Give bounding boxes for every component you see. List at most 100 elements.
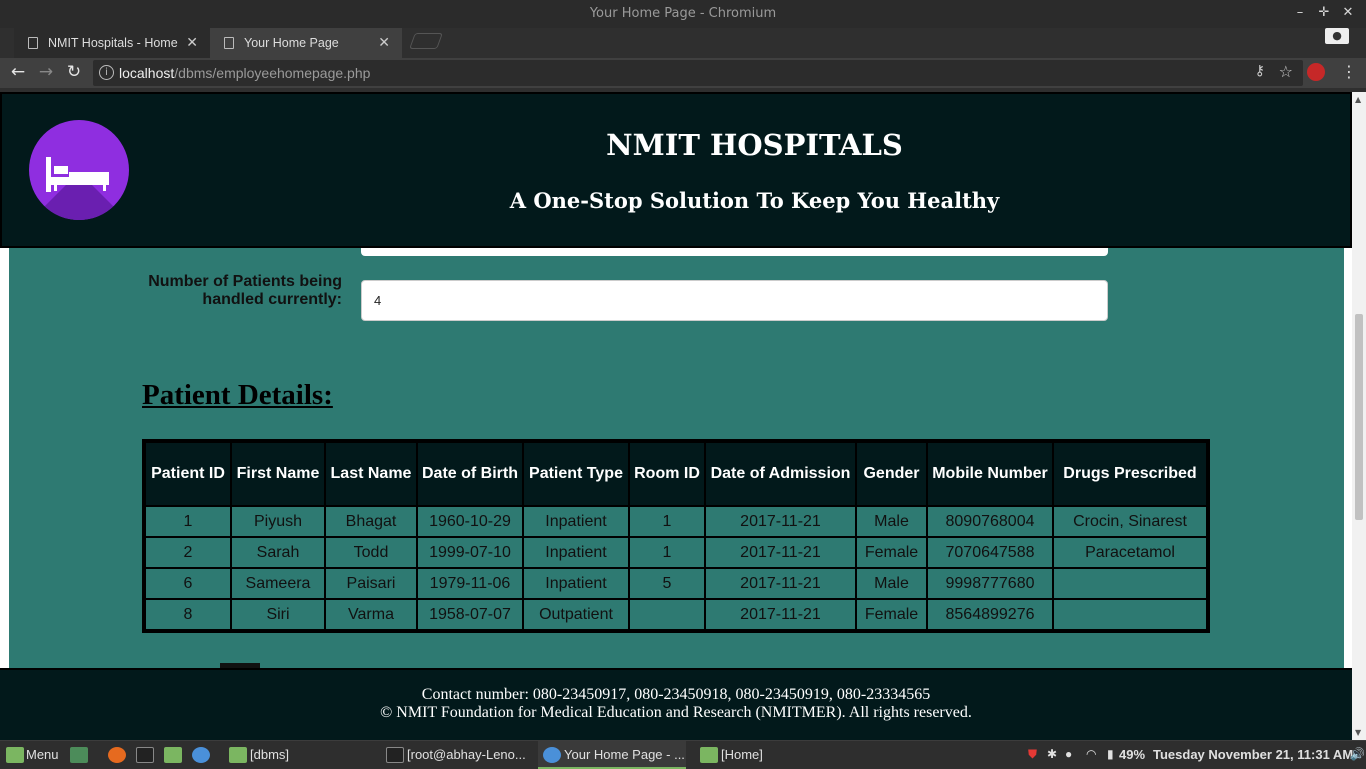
cell: Varma (326, 600, 416, 629)
battery-percent: 49% (1119, 747, 1146, 762)
taskbar-item-browser[interactable]: Your Home Page - ... (564, 747, 685, 762)
minimize-icon[interactable]: – (1291, 5, 1309, 20)
os-taskbar: Menu [dbms] [root@abhay-Leno... Your Hom… (0, 740, 1366, 769)
close-window-icon[interactable]: ✕ (1339, 5, 1357, 20)
taskbar-item-terminal[interactable]: [root@abhay-Leno... (407, 747, 526, 762)
firefox-icon[interactable] (108, 747, 126, 763)
cell: Inpatient (524, 538, 628, 567)
tab-close-icon[interactable]: ✕ (378, 34, 390, 51)
terminal-icon[interactable] (136, 747, 154, 763)
col-room-id: Room ID (630, 443, 704, 505)
browser-menu-icon[interactable]: ⋮ (1341, 62, 1357, 81)
profile-icon[interactable]: ● (1325, 28, 1349, 44)
bed-icon (46, 157, 109, 192)
extension-icon[interactable] (1307, 63, 1325, 81)
cell: Inpatient (524, 507, 628, 536)
cell: Inpatient (524, 569, 628, 598)
patient-details-heading: Patient Details: (142, 379, 333, 411)
cell: 8090768004 (928, 507, 1052, 536)
cell: 9998777680 (928, 569, 1052, 598)
tab-nmit-home[interactable]: NMIT Hospitals - Home ✕ (14, 28, 210, 58)
taskbar-item-dbms[interactable]: [dbms] (250, 747, 289, 762)
cell: Piyush (232, 507, 324, 536)
cell: 1999-07-10 (418, 538, 522, 567)
bluetooth-icon[interactable]: ✱ (1047, 747, 1057, 761)
cell: 2017-11-21 (706, 507, 855, 536)
address-bar[interactable]: i localhost/dbms/employeehomepage.php ⚷ … (93, 60, 1303, 86)
table-row: 2 Sarah Todd 1999-07-10 Inpatient 1 2017… (146, 538, 1206, 567)
folder-icon (229, 747, 247, 763)
table-row: 8 Siri Varma 1958-07-07 Outpatient 2017-… (146, 600, 1206, 629)
scroll-down-icon[interactable]: ▼ (1355, 728, 1361, 737)
site-title: NMIT HOSPITALS (606, 128, 903, 162)
previous-field-bottom[interactable] (361, 248, 1108, 256)
show-desktop-icon[interactable] (70, 747, 88, 763)
page-viewport: Number of Patients being handled current… (0, 92, 1366, 740)
site-footer: Contact number: 080-23450917, 080-234509… (0, 668, 1352, 740)
hospital-logo (29, 120, 129, 220)
cell: 1 (146, 507, 230, 536)
clock[interactable]: Tuesday November 21, 11:31 AM (1153, 747, 1353, 762)
tab-close-icon[interactable]: ✕ (186, 34, 198, 51)
wifi-icon[interactable]: ◠ (1086, 747, 1096, 761)
cell: 7070647588 (928, 538, 1052, 567)
maximize-icon[interactable]: ✛ (1315, 5, 1333, 20)
cell (630, 600, 704, 629)
col-mobile: Mobile Number (928, 443, 1052, 505)
col-drugs: Drugs Prescribed (1054, 443, 1206, 505)
cell: Sameera (232, 569, 324, 598)
mint-menu-icon[interactable] (6, 747, 24, 763)
table-row: 1 Piyush Bhagat 1960-10-29 Inpatient 1 2… (146, 507, 1206, 536)
key-icon[interactable]: ⚷ (1255, 63, 1265, 79)
forward-icon[interactable]: → (36, 62, 56, 82)
files-icon[interactable] (164, 747, 182, 763)
cell: Sarah (232, 538, 324, 567)
notifications-icon[interactable]: 🔊 (1350, 747, 1365, 761)
reload-icon[interactable]: ↻ (64, 62, 84, 82)
cell: 8 (146, 600, 230, 629)
cell: 1 (630, 507, 704, 536)
patients-count-label: Number of Patients being handled current… (148, 273, 342, 308)
cell: Crocin, Sinarest (1054, 507, 1206, 536)
back-icon[interactable]: ← (8, 62, 28, 82)
cell: Todd (326, 538, 416, 567)
shield-icon[interactable]: ⛊ (1028, 747, 1037, 762)
footer-copyright: © NMIT Foundation for Medical Education … (380, 704, 972, 721)
cell: 1979-11-06 (418, 569, 522, 598)
cell: Female (857, 600, 926, 629)
cell: Male (857, 569, 926, 598)
bookmark-star-icon[interactable]: ☆ (1279, 62, 1293, 81)
page-scrollbar[interactable]: ▲ ▼ (1352, 92, 1366, 740)
col-admission-date: Date of Admission (706, 443, 855, 505)
browser-toolbar: ← → ↻ i localhost/dbms/employeehomepage.… (0, 58, 1366, 88)
table-header-row: Patient ID First Name Last Name Date of … (146, 443, 1206, 505)
site-tagline: A One-Stop Solution To Keep You Healthy (509, 188, 1000, 213)
patients-count-field[interactable]: 4 (361, 280, 1108, 321)
cell: 6 (146, 569, 230, 598)
cell: Female (857, 538, 926, 567)
chromium-icon[interactable] (192, 747, 210, 763)
folder-icon (700, 747, 718, 763)
col-gender: Gender (857, 443, 926, 505)
site-header: NMIT HOSPITALS A One-Stop Solution To Ke… (0, 92, 1352, 248)
info-icon[interactable]: i (99, 65, 114, 80)
user-icon[interactable]: ● (1065, 747, 1072, 761)
cell (1054, 600, 1206, 629)
cell: 2017-11-21 (706, 600, 855, 629)
menu-button[interactable]: Menu (26, 747, 59, 762)
chromium-icon (543, 747, 561, 763)
col-last-name: Last Name (326, 443, 416, 505)
cell: 2017-11-21 (706, 538, 855, 567)
tab-your-home-page[interactable]: Your Home Page ✕ (210, 28, 402, 58)
scroll-up-icon[interactable]: ▲ (1355, 95, 1361, 104)
battery-icon[interactable]: ▮ (1107, 747, 1114, 761)
table-row: 6 Sameera Paisari 1979-11-06 Inpatient 5… (146, 569, 1206, 598)
cell: Bhagat (326, 507, 416, 536)
url-text: localhost/dbms/employeehomepage.php (119, 65, 371, 81)
cell: 2017-11-21 (706, 569, 855, 598)
new-tab-button[interactable] (409, 33, 443, 49)
scrollbar-thumb[interactable] (1355, 314, 1363, 520)
taskbar-item-home[interactable]: [Home] (721, 747, 763, 762)
cell: Paisari (326, 569, 416, 598)
page-icon (28, 37, 38, 49)
